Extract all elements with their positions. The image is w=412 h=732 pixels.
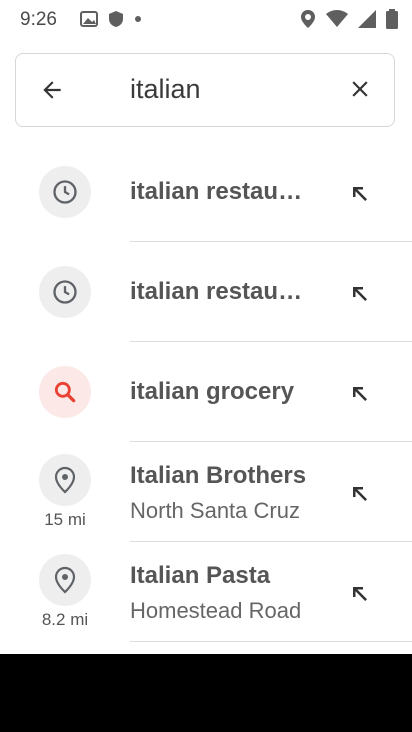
- suggestion-item[interactable]: italian restaurant: [0, 142, 412, 242]
- back-button[interactable]: [32, 70, 72, 110]
- wifi-icon: [326, 10, 348, 27]
- dot-icon: [135, 16, 141, 22]
- fill-query-button[interactable]: [340, 574, 380, 614]
- status-icons-right: [300, 8, 398, 30]
- location-icon: [301, 10, 315, 28]
- history-icon-circle: [39, 166, 91, 218]
- history-icon: [53, 280, 77, 304]
- suggestion-list: italian restaurant italian restaurant it…: [0, 142, 412, 642]
- search-box: italian: [15, 53, 395, 127]
- suggestion-title: italian grocery: [130, 378, 295, 405]
- suggestion-item[interactable]: 8.2 mi Italian Pasta Homestead Road: [0, 542, 412, 642]
- arrow-up-left-icon: [353, 587, 367, 601]
- status-icons-left: [80, 10, 142, 28]
- status-bar: 9:26: [0, 0, 412, 38]
- distance-label: 15 mi: [44, 510, 86, 529]
- arrow-up-left-icon: [353, 287, 367, 301]
- place-icon-circle: [39, 554, 91, 606]
- place-pin-icon: [54, 466, 76, 494]
- history-icon-circle: [39, 266, 91, 318]
- close-icon: [352, 81, 368, 97]
- suggestion-title: Italian Brothers: [130, 462, 307, 489]
- photos-icon: [80, 11, 98, 27]
- place-pin-icon: [54, 566, 76, 594]
- search-input[interactable]: italian: [130, 74, 201, 105]
- suggestion-subtitle: North Santa Cruz: [130, 498, 300, 523]
- fill-query-button[interactable]: [340, 374, 380, 414]
- battery-icon: [386, 9, 398, 29]
- search-icon-circle: [39, 366, 91, 418]
- divider: [130, 640, 412, 642]
- suggestion-subtitle: Homestead Road: [130, 598, 302, 623]
- shield-icon: [109, 11, 123, 27]
- suggestion-title: italian restaurant: [130, 278, 310, 305]
- signal-icon: [358, 10, 376, 28]
- arrow-up-left-icon: [353, 387, 367, 401]
- search-icon: [54, 381, 76, 403]
- system-navigation-bar: [0, 654, 412, 732]
- suggestion-title: italian restaurant: [130, 178, 310, 205]
- place-icon-circle: [39, 454, 91, 506]
- distance-label: 8.2 mi: [41, 610, 89, 629]
- fill-query-button[interactable]: [340, 174, 380, 214]
- suggestion-item[interactable]: 15 mi Italian Brothers North Santa Cruz: [0, 442, 412, 542]
- suggestion-title: Italian Pasta: [130, 562, 271, 589]
- arrow-up-left-icon: [353, 187, 367, 201]
- suggestion-item[interactable]: italian restaurant: [0, 242, 412, 342]
- fill-query-button[interactable]: [340, 274, 380, 314]
- fill-query-button[interactable]: [340, 474, 380, 514]
- status-time: 9:26: [20, 9, 57, 30]
- arrow-back-icon: [43, 81, 61, 99]
- history-icon: [53, 180, 77, 204]
- arrow-up-left-icon: [353, 487, 367, 501]
- suggestion-item[interactable]: italian grocery: [0, 342, 412, 442]
- clear-search-button[interactable]: [340, 69, 380, 109]
